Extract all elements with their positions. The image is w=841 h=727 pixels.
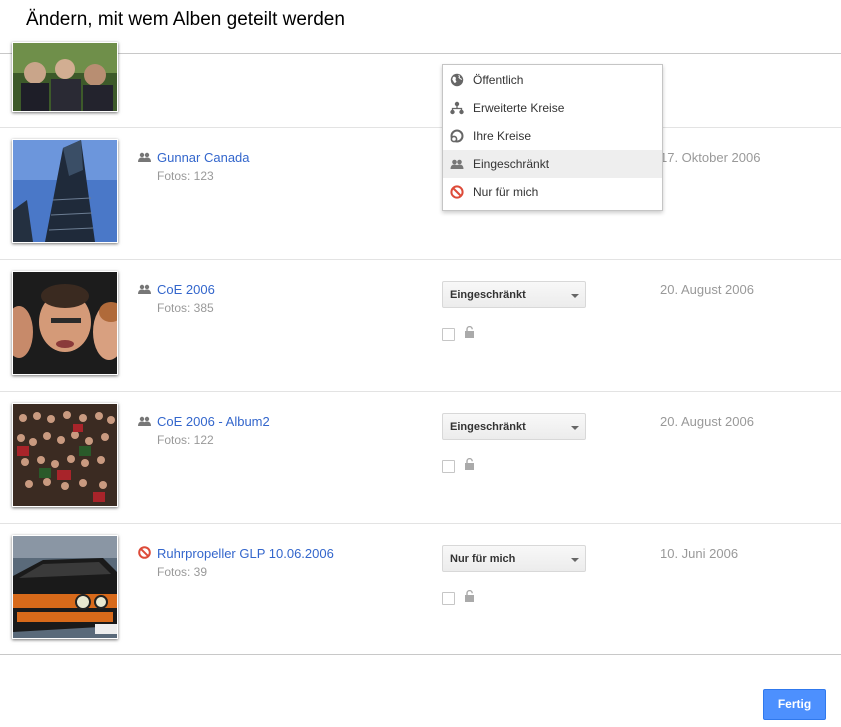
album-title-link[interactable]: Gunnar Canada	[157, 150, 250, 165]
album-date: 10. Juni 2006	[660, 546, 739, 561]
circles-icon	[450, 129, 464, 143]
album-photo-count: Fotos: 122	[157, 433, 214, 447]
menu-item-label: Eingeschränkt	[473, 157, 550, 171]
album-checkbox[interactable]	[442, 328, 455, 341]
album-thumbnail[interactable]	[12, 271, 118, 375]
chevron-down-icon	[571, 294, 579, 298]
row-separator	[0, 127, 841, 128]
people-icon	[138, 416, 151, 426]
private-icon	[450, 185, 464, 199]
album-date: 20. August 2006	[660, 414, 754, 429]
menu-item-label: Ihre Kreise	[473, 129, 532, 143]
visibility-select-value: Eingeschränkt	[450, 421, 526, 433]
menu-item-your-circles[interactable]: Ihre Kreise	[443, 122, 662, 150]
menu-item-label: Öffentlich	[473, 73, 524, 87]
people-icon	[138, 284, 151, 294]
dialog-title: Ändern, mit wem Alben geteilt werden	[26, 9, 345, 30]
album-title-link[interactable]: CoE 2006	[157, 282, 215, 297]
done-button[interactable]: Fertig	[763, 689, 826, 720]
people-icon	[450, 159, 464, 169]
unlocked-icon	[465, 326, 474, 338]
private-icon	[138, 546, 151, 559]
album-title-link[interactable]: CoE 2006 - Album2	[157, 414, 270, 429]
visibility-select-value: Nur für mich	[450, 553, 516, 565]
chevron-down-icon	[571, 558, 579, 562]
visibility-select[interactable]: Eingeschränkt	[442, 281, 586, 308]
chevron-down-icon	[571, 426, 579, 430]
album-photo-count: Fotos: 385	[157, 301, 214, 315]
album-checkbox[interactable]	[442, 592, 455, 605]
album-thumbnail[interactable]	[12, 403, 118, 507]
row-separator	[0, 523, 841, 524]
visibility-dropdown-menu: Öffentlich Erweiterte Kreise Ihre Kreise…	[442, 64, 663, 211]
album-photo-count: Fotos: 123	[157, 169, 214, 183]
visibility-select-value: Eingeschränkt	[450, 289, 526, 301]
menu-item-extended-circles[interactable]: Erweiterte Kreise	[443, 94, 662, 122]
unlocked-icon	[465, 590, 474, 602]
album-date: 20. August 2006	[660, 282, 754, 297]
visibility-select[interactable]: Eingeschränkt	[442, 413, 586, 440]
menu-item-restricted[interactable]: Eingeschränkt	[443, 150, 662, 178]
menu-item-label: Erweiterte Kreise	[473, 101, 565, 115]
unlocked-icon	[465, 458, 474, 470]
visibility-select[interactable]: Nur für mich	[442, 545, 586, 572]
album-checkbox[interactable]	[442, 460, 455, 473]
menu-item-only-me[interactable]: Nur für mich	[443, 178, 662, 206]
extended-circles-icon	[450, 101, 464, 115]
header-divider	[0, 53, 841, 54]
album-thumbnail[interactable]	[12, 535, 118, 639]
row-separator	[0, 259, 841, 260]
footer-divider	[0, 654, 841, 655]
menu-item-public[interactable]: Öffentlich	[443, 66, 662, 94]
album-thumbnail[interactable]	[12, 42, 118, 112]
album-photo-count: Fotos: 39	[157, 565, 208, 579]
menu-item-label: Nur für mich	[473, 185, 539, 199]
album-date: 17. Oktober 2006	[660, 150, 761, 165]
people-icon	[138, 152, 151, 162]
album-title-link[interactable]: Ruhrpropeller GLP 10.06.2006	[157, 546, 334, 561]
globe-icon	[450, 73, 464, 87]
row-separator	[0, 391, 841, 392]
album-thumbnail[interactable]	[12, 139, 118, 243]
